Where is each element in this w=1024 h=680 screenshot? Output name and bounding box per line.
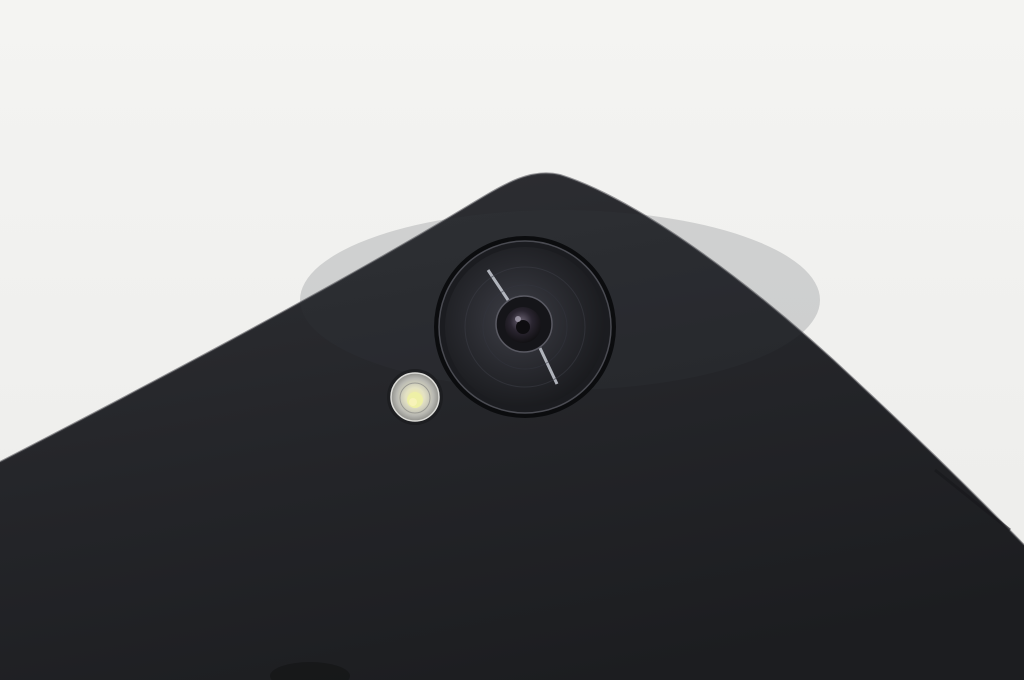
phone-photo: [0, 0, 1024, 680]
photo-scene: [0, 0, 1024, 680]
camera-lens-icon: [434, 236, 616, 418]
flash-icon: [387, 369, 443, 425]
